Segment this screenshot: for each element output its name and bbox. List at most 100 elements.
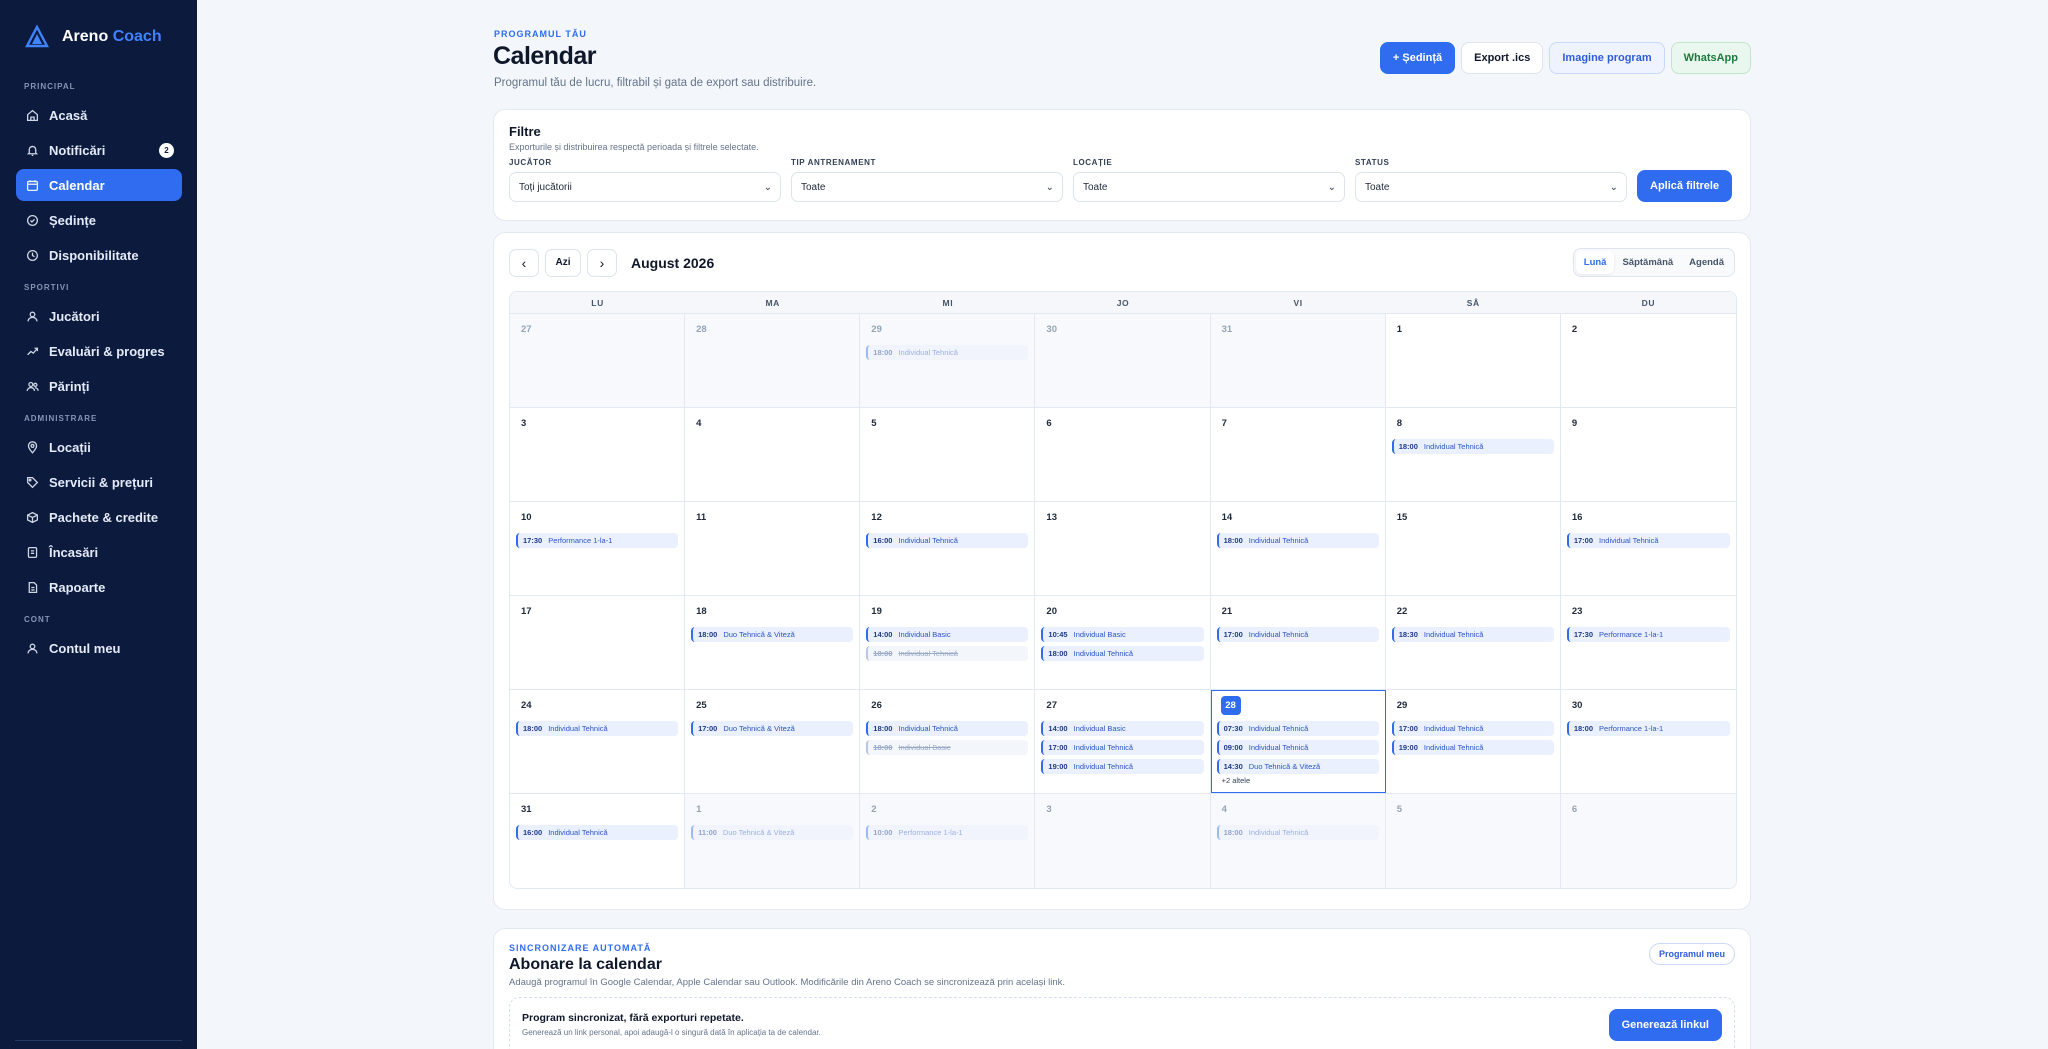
calendar-day[interactable]: 3: [510, 408, 686, 501]
calendar-day[interactable]: 2 10:00 Performance 1-la-1: [860, 794, 1036, 888]
calendar-event[interactable]: 11:00 Duo Tehnică & Viteză: [691, 825, 854, 840]
sidebar-item-disponibilitate[interactable]: Disponibilitate: [16, 239, 182, 271]
calendar-day[interactable]: 8 18:00 Individual Tehnică: [1386, 408, 1561, 501]
sidebar-item-notificări[interactable]: Notificări 2: [16, 134, 182, 166]
calendar-event[interactable]: 18:30 Individual Tehnică: [1391, 627, 1554, 642]
calendar-event[interactable]: 18:00 Individual Tehnică: [516, 721, 679, 736]
calendar-day[interactable]: 9: [1561, 408, 1736, 501]
calendar-day[interactable]: 11: [685, 502, 861, 595]
calendar-event[interactable]: 14:00 Individual Basic: [866, 627, 1029, 642]
calendar-day[interactable]: 6: [1560, 794, 1736, 888]
calendar-day[interactable]: 3: [1035, 794, 1211, 888]
calendar-event[interactable]: 18:00 Individual Basic: [866, 740, 1029, 755]
calendar-event[interactable]: 14:00 Individual Basic: [1041, 721, 1204, 736]
calendar-day[interactable]: 29 18:00 Individual Tehnică: [860, 314, 1036, 407]
calendar-event[interactable]: 17:30 Performance 1-la-1: [1566, 627, 1730, 642]
calendar-event[interactable]: 18:00 Individual Tehnică: [866, 721, 1029, 736]
sidebar-item-contul-meu[interactable]: Contul meu: [16, 632, 182, 664]
more-events-link[interactable]: +2 altele: [1222, 776, 1379, 785]
calendar-day[interactable]: 4 18:00 Individual Tehnică: [1210, 794, 1386, 888]
calendar-event[interactable]: 17:00 Individual Tehnică: [1216, 627, 1379, 642]
sidebar-item-părinți[interactable]: Părinți: [16, 370, 182, 402]
calendar-day[interactable]: 27 14:00 Individual Basic 17:00 Individual T…: [1035, 690, 1211, 793]
sidebar-item-locații[interactable]: Locații: [16, 431, 182, 463]
calendar-day[interactable]: 15: [1386, 502, 1561, 595]
calendar-event[interactable]: 18:00 Individual Tehnică: [1216, 825, 1379, 840]
calendar-event[interactable]: 10:45 Individual Basic: [1041, 627, 1204, 642]
calendar-day[interactable]: 1: [1386, 314, 1561, 407]
calendar-event[interactable]: 18:00 Performance 1-la-1: [1566, 721, 1730, 736]
calendar-day[interactable]: 31: [1210, 314, 1386, 407]
calendar-event[interactable]: 14:30 Duo Tehnică & Viteză: [1216, 759, 1379, 774]
location-select[interactable]: Toate ⌄: [1073, 172, 1345, 202]
generate-link-button[interactable]: Generează linkul: [1608, 1009, 1722, 1041]
calendar-day[interactable]: 12 16:00 Individual Tehnică: [860, 502, 1036, 595]
sidebar-item-rapoarte[interactable]: Rapoarte: [16, 571, 182, 603]
export-ics-button[interactable]: Export .ics: [1461, 42, 1544, 74]
sidebar-item-pachete-credite[interactable]: Pachete & credite: [16, 501, 182, 533]
calendar-day[interactable]: 28: [685, 314, 861, 407]
calendar-day[interactable]: 16 17:00 Individual Tehnică: [1561, 502, 1736, 595]
today-button[interactable]: Azi: [545, 248, 581, 277]
calendar-event[interactable]: 17:00 Individual Tehnică: [1041, 740, 1204, 755]
calendar-event[interactable]: 09:00 Individual Tehnică: [1216, 740, 1379, 755]
calendar-day[interactable]: 22 18:30 Individual Tehnică: [1386, 596, 1561, 689]
sidebar-item-ședințe[interactable]: Ședințe: [16, 204, 182, 236]
next-month-button[interactable]: ›: [587, 248, 617, 277]
brand[interactable]: Areno Coach: [0, 0, 197, 70]
calendar-day[interactable]: 17: [510, 596, 686, 689]
calendar-day[interactable]: 24 18:00 Individual Tehnică: [510, 690, 686, 793]
calendar-event[interactable]: 18:00 Individual Tehnică: [866, 345, 1029, 360]
calendar-day[interactable]: 29 17:00 Individual Tehnică 19:00 Individual…: [1386, 690, 1561, 793]
calendar-day[interactable]: 30 18:00 Performance 1-la-1: [1561, 690, 1736, 793]
calendar-event[interactable]: 18:00 Duo Tehnică & Viteză: [691, 627, 854, 642]
calendar-day[interactable]: 7: [1211, 408, 1386, 501]
calendar-event[interactable]: 17:00 Individual Tehnică: [1566, 533, 1730, 548]
calendar-day[interactable]: 6: [1035, 408, 1211, 501]
player-select[interactable]: Toți jucătorii ⌄: [509, 172, 781, 202]
sidebar-item-servicii-prețuri[interactable]: Servicii & prețuri: [16, 466, 182, 498]
calendar-event[interactable]: 07:30 Individual Tehnică: [1216, 721, 1379, 736]
calendar-event[interactable]: 17:00 Duo Tehnică & Viteză: [691, 721, 854, 736]
calendar-day[interactable]: 31 16:00 Individual Tehnică: [510, 794, 686, 888]
calendar-day[interactable]: 10 17:30 Performance 1-la-1: [510, 502, 686, 595]
calendar-event[interactable]: 18:00 Individual Tehnică: [1216, 533, 1379, 548]
calendar-day[interactable]: 20 10:45 Individual Basic 18:00 Individual T…: [1035, 596, 1211, 689]
status-select[interactable]: Toate ⌄: [1355, 172, 1627, 202]
sidebar-item-acasă[interactable]: Acasă: [16, 99, 182, 131]
calendar-day[interactable]: 26 18:00 Individual Tehnică 18:00 Individual…: [860, 690, 1036, 793]
apply-filters-button[interactable]: Aplică filtrele: [1637, 170, 1733, 202]
calendar-day[interactable]: 5: [1385, 794, 1561, 888]
calendar-day-today[interactable]: 28 07:30 Individual Tehnică 09:00 Individual…: [1210, 690, 1386, 793]
sidebar-item-calendar[interactable]: Calendar: [16, 169, 182, 201]
my-program-pill[interactable]: Programul meu: [1648, 943, 1735, 965]
calendar-event[interactable]: 19:00 Individual Tehnică: [1041, 759, 1204, 774]
calendar-event[interactable]: 10:00 Performance 1-la-1: [866, 825, 1029, 840]
calendar-day[interactable]: 23 17:30 Performance 1-la-1: [1561, 596, 1736, 689]
calendar-day[interactable]: 27: [510, 314, 686, 407]
sidebar-item-încasări[interactable]: Încasări: [16, 536, 182, 568]
calendar-day[interactable]: 2: [1561, 314, 1736, 407]
calendar-day[interactable]: 19 14:00 Individual Basic 18:00 Individual T…: [860, 596, 1036, 689]
view-agenda-tab[interactable]: Agendă: [1681, 251, 1732, 274]
calendar-day[interactable]: 21 17:00 Individual Tehnică: [1211, 596, 1386, 689]
training-type-select[interactable]: Toate ⌄: [791, 172, 1063, 202]
calendar-day[interactable]: 5: [860, 408, 1036, 501]
calendar-day[interactable]: 13: [1035, 502, 1211, 595]
calendar-day[interactable]: 30: [1035, 314, 1211, 407]
calendar-event[interactable]: 17:00 Individual Tehnică: [1391, 721, 1554, 736]
new-session-button[interactable]: + Ședință: [1379, 42, 1456, 74]
sidebar-item-evaluări-progres[interactable]: Evaluări & progres: [16, 335, 182, 367]
calendar-day[interactable]: 1 11:00 Duo Tehnică & Viteză: [685, 794, 861, 888]
calendar-day[interactable]: 25 17:00 Duo Tehnică & Viteză: [685, 690, 861, 793]
calendar-event[interactable]: 18:00 Individual Tehnică: [866, 646, 1029, 661]
calendar-event[interactable]: 16:00 Individual Tehnică: [866, 533, 1029, 548]
whatsapp-button[interactable]: WhatsApp: [1670, 42, 1751, 74]
prev-month-button[interactable]: ‹: [509, 248, 539, 277]
calendar-day[interactable]: 14 18:00 Individual Tehnică: [1211, 502, 1386, 595]
calendar-event[interactable]: 19:00 Individual Tehnică: [1391, 740, 1554, 755]
sidebar-item-jucători[interactable]: Jucători: [16, 300, 182, 332]
calendar-day[interactable]: 18 18:00 Duo Tehnică & Viteză: [685, 596, 861, 689]
view-week-tab[interactable]: Săptămână: [1614, 251, 1681, 274]
calendar-event[interactable]: 18:00 Individual Tehnică: [1391, 439, 1554, 454]
